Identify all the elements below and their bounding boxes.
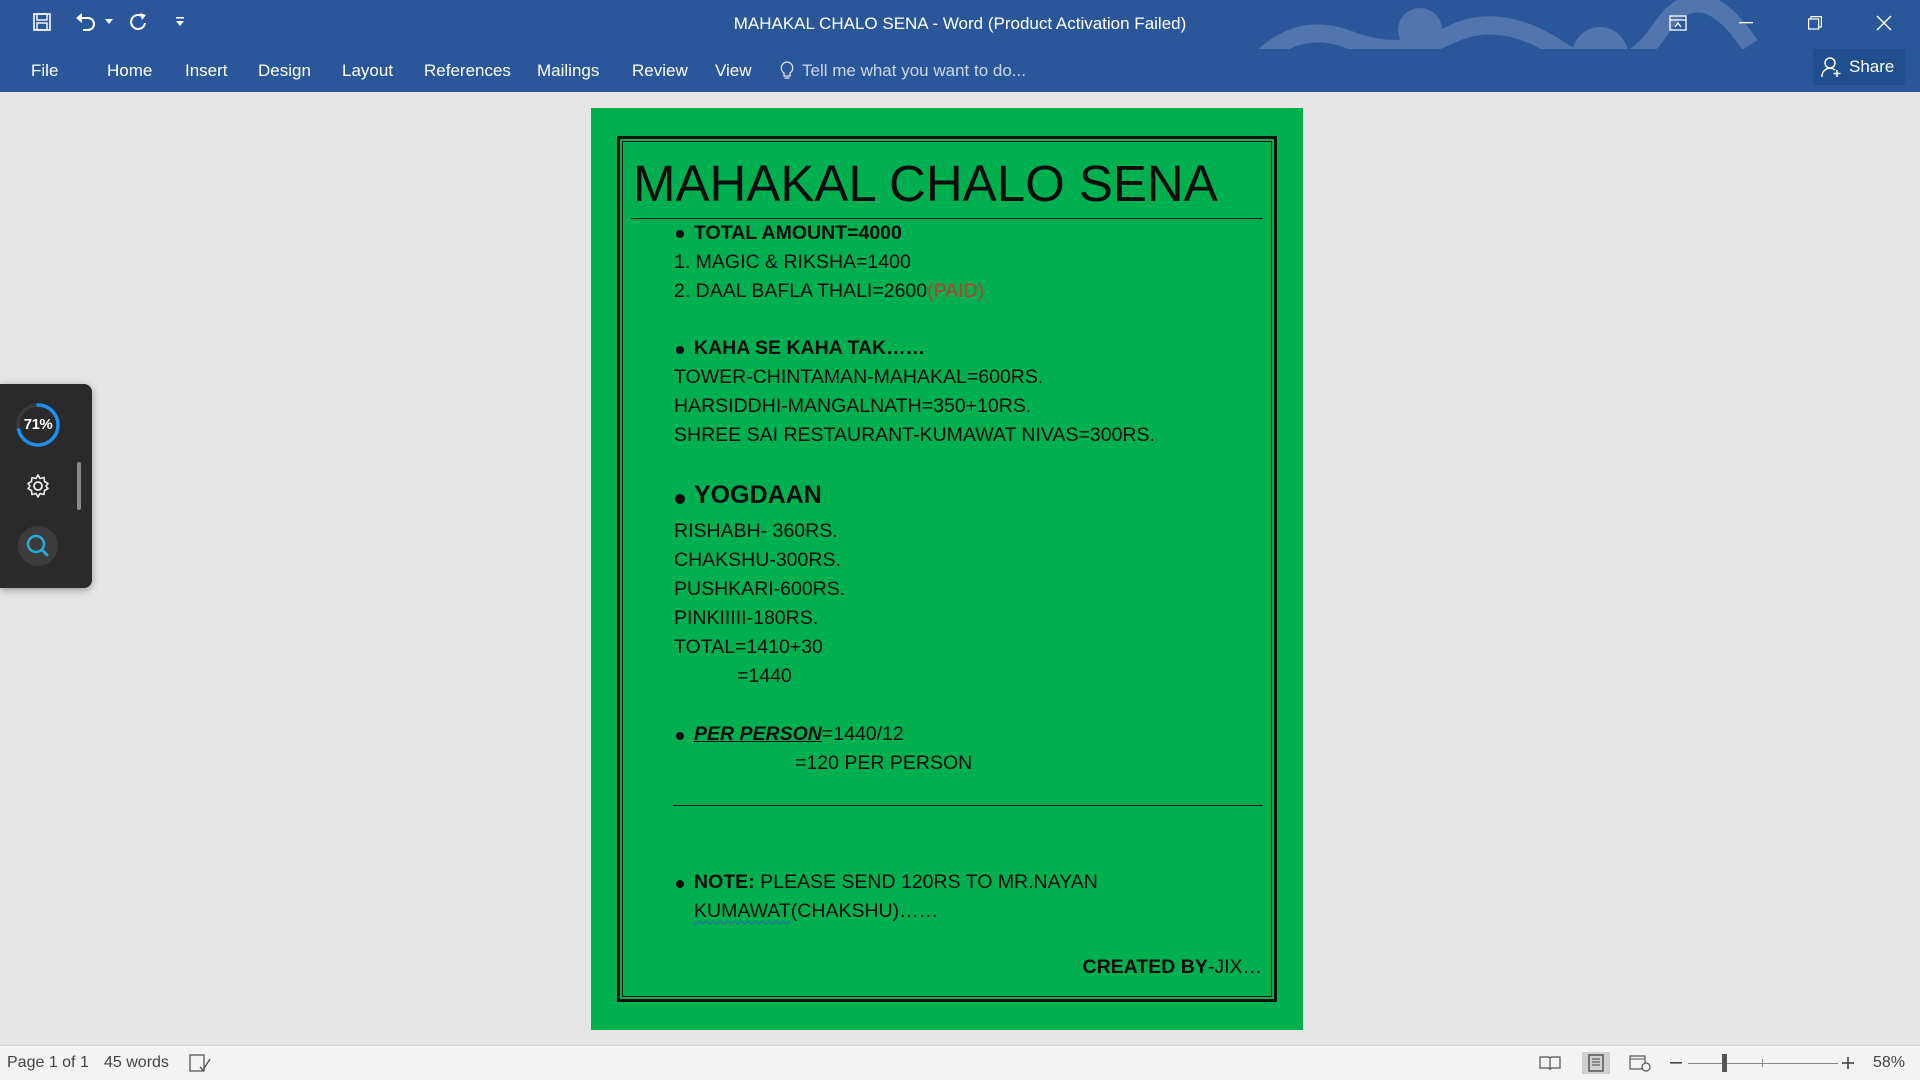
tab-home[interactable]: Home (107, 57, 152, 85)
widget-scrollbar[interactable] (77, 462, 81, 510)
tab-insert[interactable]: Insert (185, 57, 228, 85)
yogdaan-heading: YOGDAAN (694, 481, 822, 509)
title-underline (631, 218, 1263, 219)
section-divider (673, 805, 1263, 806)
contribution-line: RISHABH- 360RS. (674, 520, 838, 542)
restore-icon[interactable] (1785, 0, 1845, 46)
tab-view[interactable]: View (715, 57, 752, 85)
created-by-line: CREATED BY-JIX… (1083, 956, 1262, 979)
minimize-icon[interactable] (1716, 0, 1776, 46)
zoom-slider-center-tick (1762, 1059, 1763, 1067)
per-person-calc: =1440/12 (821, 723, 904, 745)
tab-mailings[interactable]: Mailings (537, 57, 599, 85)
zoom-out-icon[interactable] (1664, 1052, 1688, 1074)
tab-references[interactable]: References (424, 57, 511, 85)
status-bar: Page 1 of 1 45 words 58% (0, 1045, 1920, 1080)
title-bar: MAHAKAL CHALO SENA - Word (Product Activ… (0, 0, 1920, 83)
word-count[interactable]: 45 words (104, 1054, 169, 1072)
zoom-level[interactable]: 58% (1873, 1054, 1905, 1072)
tab-design[interactable]: Design (258, 57, 311, 85)
settings-gear-icon[interactable] (14, 462, 62, 510)
tell-me-placeholder: Tell me what you want to do... (802, 61, 1026, 80)
lightbulb-icon (780, 61, 794, 79)
zoom-in-icon[interactable] (1836, 1052, 1860, 1074)
person-icon (1821, 57, 1841, 78)
note-line-2: KUMAWAT(CHAKSHU)…… (694, 900, 938, 923)
per-person-line: PER PERSON=1440/12 (694, 723, 904, 746)
route-line: TOWER-CHINTAMAN-MAHAKAL=600RS. (674, 366, 1044, 388)
note-line-1: NOTE: PLEASE SEND 120RS TO MR.NAYAN (694, 871, 1098, 894)
bullet-total-amount (676, 230, 684, 238)
note-text-continued: (CHAKSHU)…… (790, 900, 939, 922)
read-mode-icon[interactable] (1538, 1052, 1562, 1074)
item-magic-riksha: 1. MAGIC & RIKSHA=1400 (674, 251, 911, 273)
item-thali-text: 2. DAAL BAFLA THALI=2600 (674, 280, 928, 302)
paid-status: (PAID) (927, 280, 985, 302)
contribution-line: PUSHKARI-600RS. (674, 578, 846, 600)
ribbon-display-options-icon[interactable] (1648, 0, 1708, 46)
bullet-per-person (676, 732, 684, 740)
proofing-icon[interactable] (188, 1052, 212, 1074)
close-icon[interactable] (1854, 0, 1914, 46)
total-amount-line: TOTAL AMOUNT=4000 (694, 222, 902, 244)
tab-file[interactable]: File (31, 57, 58, 85)
zoom-slider-thumb[interactable] (1722, 1054, 1727, 1072)
ribbon-tabs: File Home Insert Design Layout Reference… (0, 49, 1920, 92)
route-line: SHREE SAI RESTAURANT-KUMAWAT NIVAS=300RS… (674, 424, 1155, 446)
progress-label: 71% (23, 416, 53, 433)
page-count[interactable]: Page 1 of 1 (7, 1054, 89, 1072)
created-by-name: -JIX… (1207, 956, 1262, 978)
contribution-total-result: =1440 (737, 665, 792, 687)
document-body: MAHAKAL CHALO SENA TOTAL AMOUNT=4000 1. … (591, 108, 1303, 1030)
window-title: MAHAKAL CHALO SENA - Word (Product Activ… (733, 14, 1187, 33)
search-icon[interactable] (14, 522, 62, 570)
note-label: NOTE: (694, 871, 755, 893)
route-heading: KAHA SE KAHA TAK…… (694, 337, 926, 359)
route-line: HARSIDDHI-MANGALNATH=350+10RS. (674, 395, 1032, 417)
note-name-spellcheck: KUMAWAT (694, 900, 791, 922)
contribution-line: PINKIIIII-180RS. (674, 607, 819, 629)
document-page[interactable]: MAHAKAL CHALO SENA TOTAL AMOUNT=4000 1. … (591, 108, 1303, 1030)
share-label: Share (1849, 57, 1895, 76)
web-layout-icon[interactable] (1628, 1052, 1652, 1074)
floating-side-widget: 71% (0, 384, 92, 588)
contribution-total-line: TOTAL=1410+30 (674, 636, 823, 658)
share-button[interactable]: Share (1813, 49, 1905, 85)
tell-me-box[interactable]: Tell me what you want to do... (780, 57, 1026, 85)
bullet-note (676, 880, 684, 888)
note-text: PLEASE SEND 120RS TO MR.NAYAN (754, 871, 1098, 893)
zoom-slider-track[interactable] (1688, 1063, 1838, 1064)
tab-layout[interactable]: Layout (342, 57, 393, 85)
bullet-yogdaan (675, 494, 685, 504)
contribution-line: CHAKSHU-300RS. (674, 549, 841, 571)
bullet-route (676, 346, 684, 354)
tab-review[interactable]: Review (632, 57, 688, 85)
per-person-result: =120 PER PERSON (795, 752, 973, 774)
item-daal-bafla-thali: 2. DAAL BAFLA THALI=2600(PAID) (674, 280, 984, 303)
created-by-label: CREATED BY (1082, 956, 1208, 978)
progress-ring[interactable]: 71% (14, 401, 62, 449)
per-person-label: PER PERSON (694, 723, 822, 745)
print-layout-icon[interactable] (1582, 1052, 1610, 1074)
document-title: MAHAKAL CHALO SENA (633, 155, 1218, 212)
